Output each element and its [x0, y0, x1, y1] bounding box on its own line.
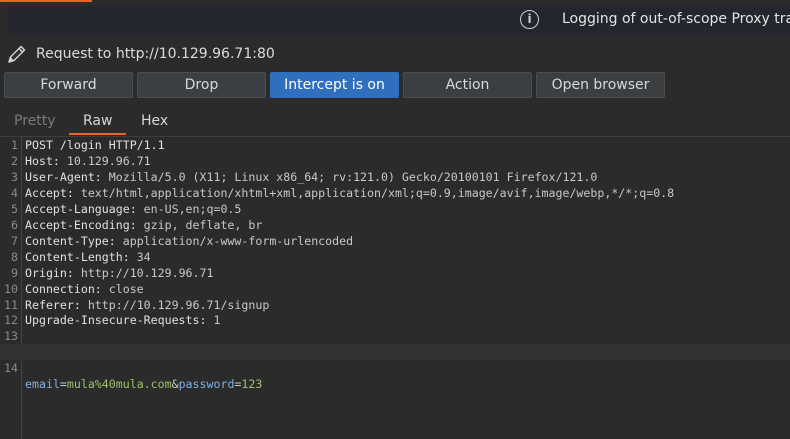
request-line[interactable]: 9 Origin: http://10.129.96.71: [0, 265, 790, 281]
line-number: 7: [11, 233, 18, 248]
request-line[interactable]: 2 Host: 10.129.96.71: [0, 153, 790, 169]
raw-request-editor[interactable]: 1 POST /login HTTP/1.1 2 Host: 10.129.96.71…: [0, 137, 790, 439]
header-value: close: [108, 281, 144, 296]
active-tab-indicator: [69, 133, 126, 135]
line-number: 2: [11, 153, 18, 168]
header-name: Referer:: [25, 297, 88, 312]
header-text: Connection: close: [25, 281, 144, 297]
header-text: Accept-Encoding: gzip, deflate, br: [25, 217, 262, 233]
request-line[interactable]: 1 POST /login HTTP/1.1: [0, 137, 790, 153]
request-line[interactable]: 5 Accept-Language: en-US,en;q=0.5: [0, 201, 790, 217]
header-text: Origin: http://10.129.96.71: [25, 265, 213, 281]
header-name: Content-Type:: [25, 233, 123, 248]
param-value-password: 123: [241, 377, 263, 391]
header-name: Connection:: [25, 281, 109, 296]
param-name-password: password: [178, 377, 235, 391]
open-browser-button[interactable]: Open browser: [536, 72, 665, 98]
header-text: Referer: http://10.129.96.71/signup: [25, 297, 269, 313]
header-value: 1: [213, 313, 221, 328]
tab-hex[interactable]: Hex: [141, 113, 168, 129]
header-text: Accept-Language: en-US,en;q=0.5: [25, 201, 241, 217]
header-value: text/html,application/xhtml+xml,applicat…: [80, 185, 675, 200]
info-icon: i: [520, 10, 539, 29]
param-value-email: mula%40mula.com: [66, 377, 172, 391]
request-line[interactable]: 13: [0, 328, 790, 344]
header-name: POST /login HTTP/1.1: [25, 138, 165, 152]
request-line[interactable]: 11 Referer: http://10.129.96.71/signup: [0, 297, 790, 313]
header-value: Mozilla/5.0 (X11; Linux x86_64; rv:121.0…: [108, 169, 598, 184]
request-line[interactable]: 4 Accept: text/html,application/xhtml+xml…: [0, 185, 790, 201]
request-body[interactable]: email=mula%40mula.com&password=123: [25, 376, 262, 392]
header-text: User-Agent: Mozilla/5.0 (X11; Linux x86_…: [25, 169, 597, 185]
notification-banner: i Logging of out-of-scope Proxy traf: [8, 5, 790, 35]
line-number: 10: [4, 281, 18, 296]
line-number: 12: [4, 313, 18, 328]
line-number: 13: [4, 329, 18, 344]
line-number: 11: [4, 297, 18, 312]
request-line[interactable]: 6 Accept-Encoding: gzip, deflate, br: [0, 217, 790, 233]
header-text: Content-Length: 34: [25, 249, 151, 265]
param-equals: =: [59, 377, 67, 391]
tab-raw[interactable]: Raw: [83, 113, 112, 129]
line-number: 4: [11, 185, 18, 200]
param-separator: &: [171, 377, 179, 391]
drop-button[interactable]: Drop: [137, 72, 266, 98]
header-value: gzip, deflate, br: [143, 217, 263, 232]
header-name: Upgrade-Insecure-Requests:: [25, 313, 214, 328]
active-tab-accent: [0, 0, 92, 2]
header-name: Origin:: [25, 265, 81, 280]
header-name: Accept:: [25, 185, 81, 200]
top-strip: [0, 0, 790, 3]
header-value: 10.129.96.71: [66, 153, 151, 168]
header-value: application/x-www-form-urlencoded: [122, 233, 354, 248]
request-target-label: Request to http://10.129.96.71:80: [36, 46, 275, 62]
line-number: 1: [11, 138, 18, 152]
request-line[interactable]: 8 Content-Length: 34: [0, 249, 790, 265]
header-value: en-US,en;q=0.5: [143, 201, 242, 216]
header-name: Accept-Language:: [25, 201, 144, 216]
header-name: Host:: [25, 153, 67, 168]
header-value: 34: [136, 249, 151, 264]
action-button[interactable]: Action: [403, 72, 532, 98]
request-line[interactable]: 7 Content-Type: application/x-www-form-ur…: [0, 233, 790, 249]
request-line[interactable]: 12 Upgrade-Insecure-Requests: 1: [0, 312, 790, 328]
header-value: http://10.129.96.71/signup: [87, 297, 270, 312]
header-text: Accept: text/html,application/xhtml+xml,…: [25, 185, 674, 201]
header-text: Host: 10.129.96.71: [25, 153, 151, 169]
header-name: Content-Length:: [25, 249, 137, 264]
tab-pretty[interactable]: Pretty: [14, 113, 56, 129]
line-number: 3: [11, 169, 18, 184]
header-text: Upgrade-Insecure-Requests: 1: [25, 312, 220, 328]
header-name: Accept-Encoding:: [25, 217, 144, 232]
line-number: 8: [11, 249, 18, 264]
line-number: 6: [11, 217, 18, 232]
param-name-email: email: [25, 377, 60, 391]
line-number: 14: [4, 361, 18, 375]
request-line[interactable]: 10 Connection: close: [0, 281, 790, 297]
header-name: User-Agent:: [25, 169, 109, 184]
message-view-tabs: Pretty Raw Hex: [0, 108, 790, 136]
pencil-icon[interactable]: [6, 43, 28, 65]
header-text: Content-Type: application/x-www-form-url…: [25, 233, 353, 249]
request-body-line[interactable]: 14 email=mula%40mula.com&password=123: [0, 344, 790, 391]
forward-button[interactable]: Forward: [4, 72, 133, 98]
line-number: 5: [11, 201, 18, 216]
line-number: 9: [11, 265, 18, 280]
banner-message: Logging of out-of-scope Proxy traf: [562, 11, 790, 27]
header-text: POST /login HTTP/1.1: [25, 137, 165, 153]
intercept-toggle-button[interactable]: Intercept is on: [270, 72, 399, 98]
header-value: http://10.129.96.71: [80, 265, 214, 280]
request-line[interactable]: 3 User-Agent: Mozilla/5.0 (X11; Linux x86…: [0, 169, 790, 185]
